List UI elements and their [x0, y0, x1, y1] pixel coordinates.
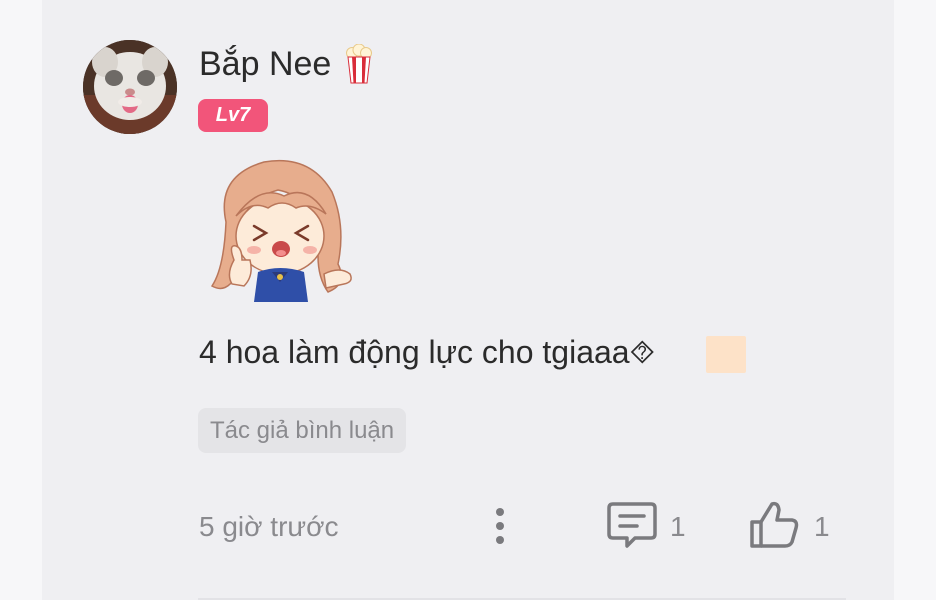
username[interactable]: Bắp Nee	[199, 44, 331, 84]
comment-card: Bắp Nee Lv7 4 hoa làm động lực cho tgiaa…	[42, 0, 894, 600]
more-vertical-icon[interactable]	[490, 504, 510, 548]
emoji-placeholder	[706, 336, 746, 373]
avatar-image	[83, 40, 177, 134]
comment-timestamp: 5 giờ trước	[199, 511, 339, 542]
thumbs-up-icon[interactable]	[748, 500, 800, 550]
anime-girl-sticker	[210, 159, 352, 302]
comment-icon[interactable]	[607, 500, 657, 550]
comment-text: 4 hoa làm động lực cho tgiaaa⯑	[199, 334, 655, 370]
reply-count: 1	[670, 511, 686, 542]
level-badge: Lv7	[198, 99, 268, 132]
author-comment-tag: Tác giả bình luận	[198, 408, 407, 453]
like-count: 1	[814, 511, 830, 542]
popcorn-icon	[346, 44, 372, 84]
avatar[interactable]	[83, 40, 177, 134]
